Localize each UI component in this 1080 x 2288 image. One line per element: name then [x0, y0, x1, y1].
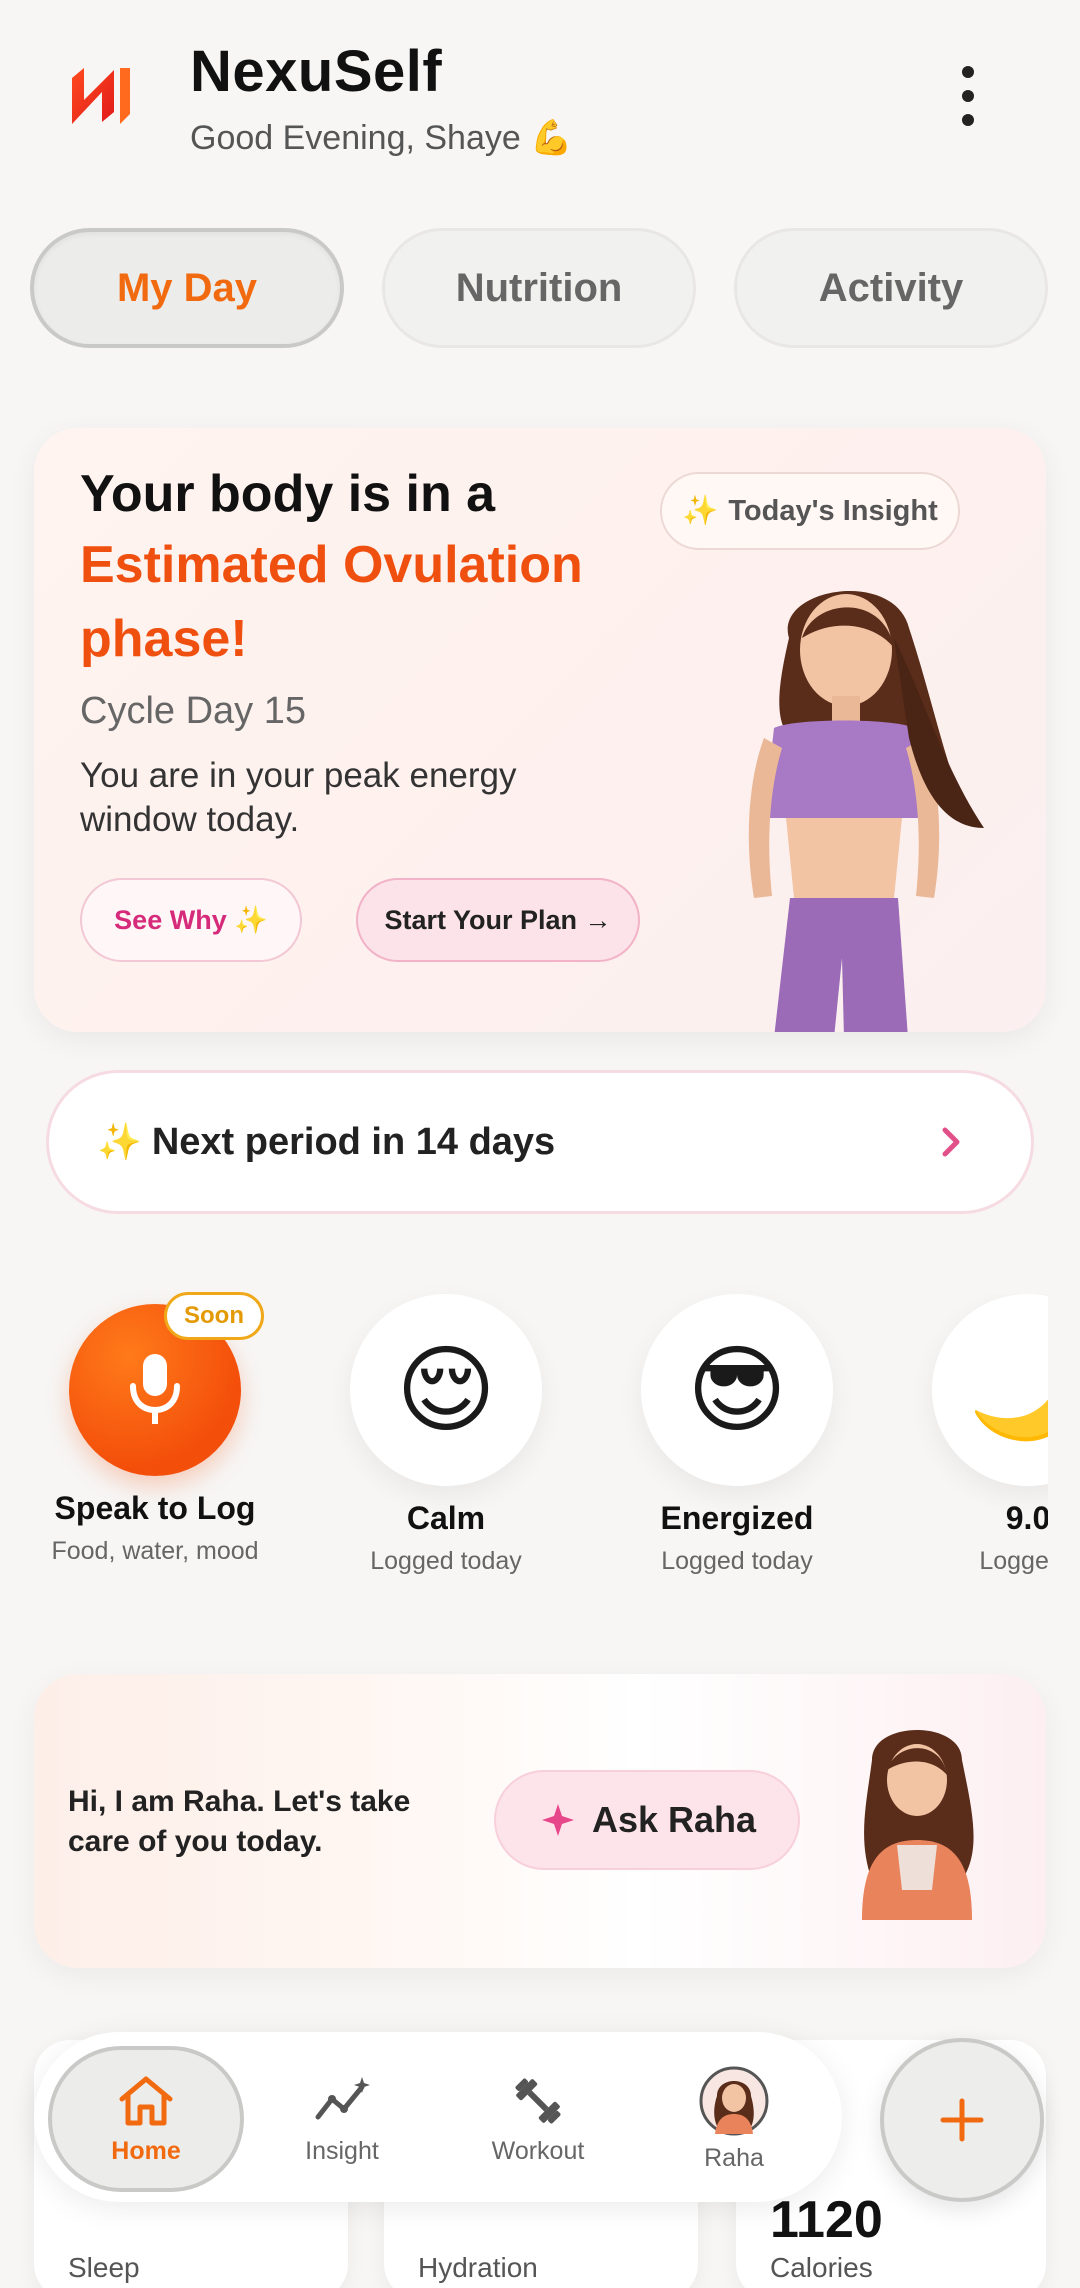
quick-log-sub: Food, water, mood: [51, 1537, 259, 1565]
hero-description: You are in your peak energy window today…: [80, 756, 517, 839]
greeting-text: Good Evening, Shaye 💪: [190, 119, 573, 157]
chevron-right-icon: [942, 1127, 960, 1157]
cycle-phase-card: Your body is in a Estimated Ovulation ph…: [34, 428, 1046, 1032]
app-header: NexuSelf Good Evening, Shaye 💪: [0, 0, 1080, 200]
more-dot: [962, 90, 974, 102]
phase-name: Estimated Ovulation phase!: [80, 536, 583, 668]
tab-nutrition[interactable]: Nutrition: [382, 228, 696, 348]
dumbbell-icon: [515, 2077, 561, 2124]
nav-raha[interactable]: Raha: [636, 2046, 832, 2192]
mood-energized-item[interactable]: 😎 Energized Logged today: [617, 1294, 857, 1576]
raha-avatar: [699, 2066, 769, 2135]
more-dot: [962, 114, 974, 126]
stat-label: Sleep: [68, 2252, 140, 2283]
start-plan-button[interactable]: Start Your Plan →: [356, 878, 640, 962]
next-period-text: Next period in 14 days: [151, 1120, 556, 1163]
quick-log-label: Calm: [406, 1500, 486, 1536]
nav-label: Workout: [491, 2136, 585, 2165]
raha-assistant-card: Hi, I am Raha. Let's take care of you to…: [34, 1674, 1046, 1968]
quick-log-label: 9.0: [1005, 1500, 1048, 1536]
more-options-button[interactable]: [946, 66, 990, 126]
see-why-button[interactable]: See Why ✨: [80, 878, 302, 962]
trend-icon: [315, 2076, 370, 2119]
mood-calm-item[interactable]: 😌 Calm Logged today: [326, 1294, 566, 1576]
woman-illustration: [748, 590, 984, 1032]
sparkle-icon: [541, 1804, 574, 1836]
sleep-log-item[interactable]: 🌙 9.0 Logged t: [908, 1294, 1048, 1576]
next-period-banner[interactable]: ✨ Next period in 14 days: [46, 1070, 1034, 1214]
energized-emoji-icon[interactable]: 😎: [641, 1294, 833, 1486]
bottom-navigation: Home Insight Workout Raha: [34, 2032, 842, 2202]
stat-value: 1120: [770, 2191, 883, 2249]
stat-label: Hydration: [418, 2252, 538, 2283]
todays-insight-chip[interactable]: ✨ Today's Insight: [660, 472, 960, 550]
hero-heading: Your body is in a: [80, 465, 496, 523]
microphone-icon: [130, 1354, 180, 1424]
nav-label: Raha: [704, 2143, 764, 2172]
quick-log-label: Energized: [660, 1500, 814, 1536]
quick-log-sub: Logged today: [370, 1547, 522, 1575]
sparkles-icon: ✨: [682, 495, 719, 527]
quick-log-label: Speak to Log: [54, 1490, 256, 1526]
sleep-item-clip: 🌙 9.0 Logged t: [900, 1294, 1048, 1624]
soon-badge: Soon: [164, 1292, 264, 1340]
home-icon: [119, 2076, 173, 2125]
calm-emoji-icon[interactable]: 😌: [350, 1294, 542, 1486]
app-title: NexuSelf: [190, 39, 443, 104]
nav-label: Insight: [305, 2136, 379, 2165]
tab-activity[interactable]: Activity: [734, 228, 1048, 348]
sparkles-icon: ✨: [97, 1121, 142, 1162]
nav-insight[interactable]: Insight: [244, 2046, 440, 2192]
more-vertical-icon: [962, 66, 974, 78]
insight-chip-label: Today's Insight: [728, 494, 938, 527]
cycle-day: Cycle Day 15: [80, 690, 306, 732]
add-log-button[interactable]: [880, 2038, 1044, 2202]
raha-avatar-illustration: [862, 1730, 974, 1920]
nav-workout[interactable]: Workout: [440, 2046, 636, 2192]
nexuself-logo-icon: [72, 68, 130, 124]
tab-my-day[interactable]: My Day: [30, 228, 344, 348]
ask-raha-button[interactable]: Ask Raha: [494, 1770, 800, 1870]
stat-label: Calories: [770, 2252, 873, 2283]
raha-message: Hi, I am Raha. Let's take care of you to…: [68, 1785, 411, 1858]
nav-label: Home: [111, 2136, 181, 2165]
ask-raha-label: Ask Raha: [591, 1799, 757, 1840]
quick-log-sub: Logged today: [661, 1547, 813, 1575]
nav-home[interactable]: Home: [48, 2046, 244, 2192]
quick-log-sub: Logged t: [979, 1547, 1048, 1575]
plus-icon: [940, 2098, 984, 2142]
moon-icon[interactable]: 🌙: [932, 1294, 1048, 1486]
